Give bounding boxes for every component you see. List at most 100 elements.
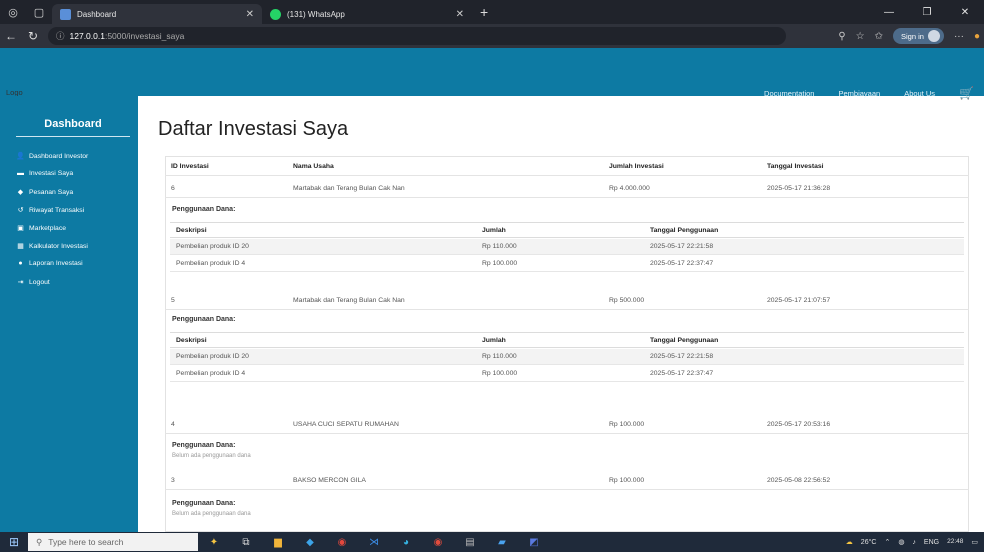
more-menu-icon[interactable]: ···	[954, 31, 964, 42]
url-input[interactable]: ⓘ 127.0.0.1:5000/investasi_saya	[48, 27, 786, 45]
sidebar-item-marketplace[interactable]: ▣ Marketplace	[16, 224, 66, 233]
investment-amount: Rp 100.000	[609, 421, 645, 428]
card-icon: ▬	[17, 170, 24, 177]
nav-link-documentation[interactable]: Documentation	[764, 89, 814, 98]
address-bar-actions: ⚲ ☆ ✩ Sign in ··· ●	[838, 27, 980, 45]
usage-table-header: Deskripsi Jumlah Tanggal Penggunaan	[170, 332, 964, 348]
favorites-icon[interactable]: ✩	[875, 31, 883, 42]
investment-amount: Rp 4.000.000	[609, 185, 650, 192]
usage-date: 2025-05-17 22:37:47	[650, 260, 714, 267]
search-icon: ⚲	[36, 536, 43, 547]
investment-name: Martabak dan Terang Bulan Cak Nan	[293, 185, 405, 192]
sidebar-item-label: Kalkulator Investasi	[29, 242, 88, 250]
investment-date: 2025-05-17 21:07:57	[767, 297, 831, 304]
usage-row: Pembelian produk ID 4 Rp 100.000 2025-05…	[170, 366, 964, 382]
usage-date: 2025-05-17 22:21:58	[650, 243, 714, 250]
usage-header-amount: Jumlah	[482, 337, 506, 344]
refresh-icon[interactable]: ↻	[22, 24, 44, 48]
sign-in-button[interactable]: Sign in	[893, 28, 944, 44]
usage-desc: Pembelian produk ID 4	[176, 370, 246, 377]
store-icon[interactable]: ▰	[486, 532, 518, 552]
vscode-icon[interactable]: ◆	[294, 532, 326, 552]
sidebar-item-pesanan-saya[interactable]: ◆ Pesanan Saya	[16, 188, 73, 197]
usage-label: Penggunaan Dana:	[172, 442, 236, 449]
column-header-name: Nama Usaha	[293, 163, 334, 170]
investment-id: 4	[171, 421, 175, 428]
shop-icon: ▣	[17, 225, 24, 232]
tab-title: Dashboard	[77, 9, 117, 19]
nav-link-pembiayaan[interactable]: Pembiayaan	[838, 89, 880, 98]
minimize-icon[interactable]: —	[870, 0, 908, 24]
sign-in-label: Sign in	[901, 31, 924, 41]
sidebar-item-investasi-saya[interactable]: ▬ Investasi Saya	[16, 170, 73, 177]
column-header-date: Tanggal Investasi	[767, 163, 824, 170]
notification-icon[interactable]: ▭	[971, 538, 978, 546]
network-icon[interactable]: ◍	[898, 538, 904, 546]
chrome-alt-icon[interactable]: ◉	[422, 532, 454, 552]
maximize-icon[interactable]: ❐	[908, 0, 946, 24]
usage-amount: Rp 100.000	[482, 260, 518, 267]
investment-id: 6	[171, 185, 175, 192]
volume-icon[interactable]: ♪	[912, 539, 916, 546]
taskbar-search-placeholder: Type here to search	[48, 537, 124, 547]
edge-icon[interactable]: ◕	[390, 532, 422, 552]
sidebar-item-kalkulator-investasi[interactable]: ▦ Kalkulator Investasi	[16, 242, 88, 251]
close-window-icon[interactable]: ✕	[946, 0, 984, 24]
investment-id: 3	[171, 477, 175, 484]
investment-name: BAKSO MERCON GILA	[293, 477, 366, 484]
usage-amount: Rp 110.000	[482, 353, 517, 360]
avatar	[927, 30, 940, 42]
file-explorer-icon[interactable]: ▆	[262, 532, 294, 552]
usage-desc: Pembelian produk ID 4	[176, 260, 246, 267]
box-icon: ◆	[17, 189, 24, 196]
task-view-icon[interactable]: ⧉	[230, 532, 262, 552]
tab-actions-icon[interactable]: ▢	[26, 0, 52, 24]
zoom-icon[interactable]: ⚲	[838, 31, 845, 42]
usage-desc: Pembelian produk ID 20	[176, 243, 249, 250]
table-row: 4 USAHA CUCI SEPATU RUMAHAN Rp 100.000 2…	[165, 416, 969, 434]
sidebar-item-logout[interactable]: ⇥ Logout	[16, 278, 50, 287]
copilot-icon[interactable]: ●	[974, 31, 980, 42]
close-tab-icon[interactable]: ✕	[246, 9, 254, 20]
usage-header-desc: Deskripsi	[176, 227, 207, 234]
sidebar-item-riwayat-transaksi[interactable]: ↺ Riwayat Transaksi	[16, 206, 85, 215]
new-tab-button[interactable]: +	[480, 4, 488, 20]
lang-indicator[interactable]: ENG	[924, 539, 939, 546]
usage-header-date: Tanggal Penggunaan	[650, 337, 719, 344]
weather-temp[interactable]: 26°C	[861, 539, 877, 546]
document-icon[interactable]: ▤	[454, 532, 486, 552]
usage-table-header: Deskripsi Jumlah Tanggal Penggunaan	[170, 222, 964, 238]
favorite-star-icon[interactable]: ☆	[856, 31, 865, 42]
sidebar-item-laporan-investasi[interactable]: ● Laporan Investasi	[16, 260, 83, 267]
taskbar-search-input[interactable]: ⚲ Type here to search	[28, 533, 198, 551]
sidebar-item-dashboard-investor[interactable]: 👤 Dashboard Investor	[16, 152, 89, 161]
cart-icon[interactable]: 🛒	[959, 86, 974, 100]
windows-start-icon[interactable]: ⊞	[0, 532, 28, 552]
system-tray: ☁ 26°C ⌃ ◍ ♪ ENG 22:48 ▭	[846, 532, 978, 552]
sidebar-item-label: Laporan Investasi	[29, 260, 83, 267]
usage-header-date: Tanggal Penggunaan	[650, 227, 719, 234]
calculator-icon: ▦	[17, 243, 24, 250]
back-icon[interactable]: ←	[0, 24, 22, 48]
sidebar-item-label: Investasi Saya	[29, 170, 74, 177]
whatsapp-icon	[270, 8, 281, 20]
browser-tab-whatsapp[interactable]: (131) WhatsApp ✕	[262, 4, 472, 24]
investment-id: 5	[171, 297, 175, 304]
table-row: 6 Martabak dan Terang Bulan Cak Nan Rp 4…	[165, 180, 969, 198]
sidebar-item-label: Dashboard Investor	[29, 152, 89, 160]
tray-chevron-icon[interactable]: ⌃	[884, 538, 890, 546]
app-icon[interactable]: ◩	[518, 532, 550, 552]
navbar-links: Documentation Pembiayaan About Us 🛒	[764, 86, 974, 100]
browser-menu-icon[interactable]: ◎	[0, 0, 26, 24]
usage-amount: Rp 100.000	[482, 370, 518, 377]
search-highlight-icon[interactable]: ✦	[198, 532, 230, 552]
browser-tab-dashboard[interactable]: Dashboard ✕	[52, 4, 262, 24]
table-row: 3 BAKSO MERCON GILA Rp 100.000 2025-05-0…	[165, 472, 969, 490]
clock[interactable]: 22:48	[947, 538, 963, 545]
chrome-icon[interactable]: ◉	[326, 532, 358, 552]
close-tab-icon[interactable]: ✕	[456, 9, 464, 20]
visual-studio-icon[interactable]: ⋊	[358, 532, 390, 552]
investment-name: Martabak dan Terang Bulan Cak Nan	[293, 297, 405, 304]
nav-link-about-us[interactable]: About Us	[904, 89, 935, 98]
window-controls: — ❐ ✕	[870, 0, 984, 24]
